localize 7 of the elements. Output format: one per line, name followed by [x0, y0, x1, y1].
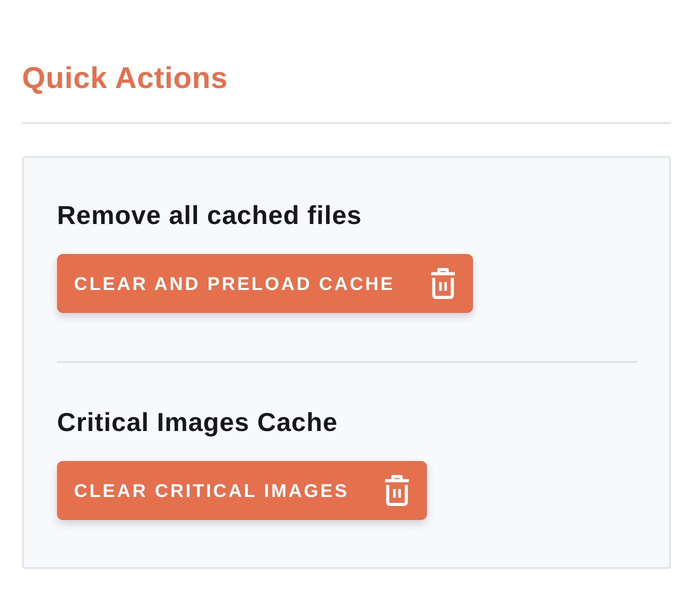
clear-button[interactable]: CLEAR CRITICAL IMAGES [57, 461, 427, 520]
clear-button[interactable]: CLEAR AND PRELOAD CACHE [57, 254, 473, 313]
trash-icon [428, 268, 457, 299]
trash-icon [382, 475, 411, 506]
action-title: Remove all cached files [57, 199, 363, 232]
section-heading: Quick Actions [22, 61, 229, 97]
action-title: Critical Images Cache [57, 406, 339, 439]
